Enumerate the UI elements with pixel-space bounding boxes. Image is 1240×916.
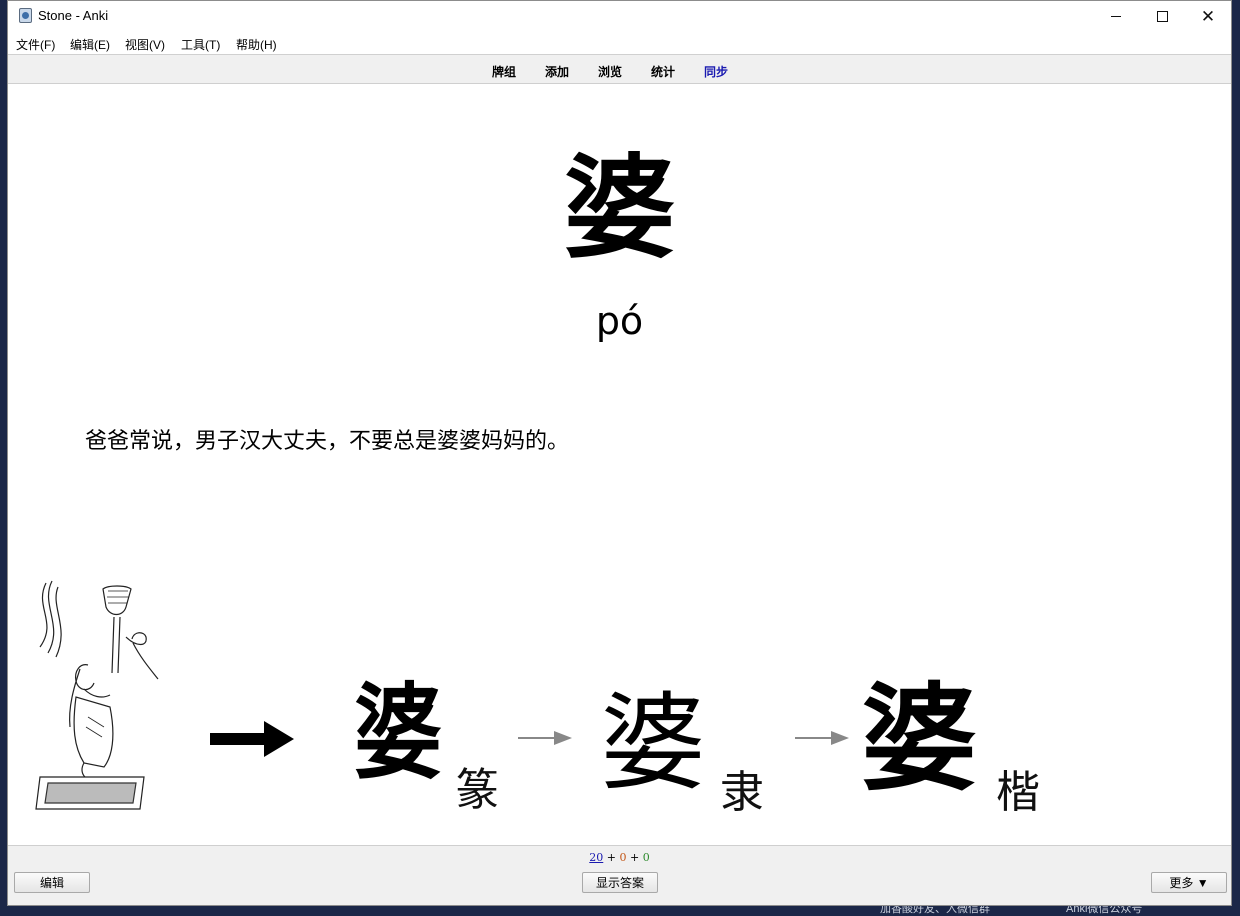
toolbar-add-link[interactable]: 添加 — [545, 63, 569, 80]
regular-script-character: 婆 — [861, 671, 977, 807]
anki-app-icon — [19, 8, 32, 23]
card-example-sentence: 爸爸常说，男子汉大丈夫，不要总是婆婆妈妈的。 — [85, 429, 570, 454]
minimize-icon — [1111, 15, 1121, 17]
minimize-button[interactable] — [1093, 1, 1139, 31]
main-toolbar: 牌组 添加 浏览 统计 同步 — [8, 54, 1231, 84]
more-button[interactable]: 更多 ▼ — [1151, 872, 1227, 893]
regular-script-label: 楷 — [996, 767, 1040, 818]
desktop-background — [0, 906, 1240, 914]
learning-count: 0 — [619, 851, 627, 864]
card-view: 婆 pó 爸爸常说，男子汉大丈夫，不要总是婆婆妈妈的。 婆 篆 婆 隶 婆 楷 — [8, 85, 1231, 845]
toolbar-stats-link[interactable]: 统计 — [651, 63, 675, 80]
title-bar: Stone - Anki ✕ — [8, 1, 1231, 31]
new-count[interactable]: 20 — [589, 851, 603, 864]
seal-script-character: 婆 — [353, 671, 443, 794]
seal-script-label: 篆 — [455, 765, 499, 816]
edit-button[interactable]: 编辑 — [14, 872, 90, 893]
menu-view[interactable]: 视图(V) — [125, 36, 165, 53]
menu-help[interactable]: 帮助(H) — [236, 36, 277, 53]
close-icon: ✕ — [1200, 6, 1216, 26]
maximize-button[interactable] — [1139, 1, 1185, 31]
toolbar-sync-link[interactable]: 同步 — [704, 63, 728, 80]
show-answer-button[interactable]: 显示答案 — [582, 872, 658, 893]
menu-edit[interactable]: 编辑(E) — [70, 36, 110, 53]
arrow-right-small-icon — [518, 731, 572, 745]
card-counts: 20 + 0 + 0 — [8, 851, 1231, 864]
close-button[interactable]: ✕ — [1185, 1, 1231, 31]
window-title: Stone - Anki — [38, 8, 109, 23]
toolbar-decks-link[interactable]: 牌组 — [492, 63, 516, 80]
card-character: 婆 — [563, 143, 676, 274]
review-count: 0 — [642, 851, 650, 864]
kneeling-woman-illustration — [35, 580, 159, 810]
anki-window: Stone - Anki ✕ 文件(F) 编辑(E) 视图(V) 工具(T) 帮… — [7, 0, 1232, 906]
card-pinyin: pó — [595, 299, 644, 343]
menu-bar: 文件(F) 编辑(E) 视图(V) 工具(T) 帮助(H) — [8, 32, 1231, 54]
menu-tools[interactable]: 工具(T) — [181, 36, 220, 53]
count-separator: + — [606, 851, 616, 864]
review-bottom-bar: 20 + 0 + 0 编辑 显示答案 更多 ▼ — [8, 845, 1231, 905]
toolbar-browse-link[interactable]: 浏览 — [598, 63, 622, 80]
count-separator: + — [630, 851, 640, 864]
menu-file[interactable]: 文件(F) — [16, 36, 55, 53]
arrow-right-small-icon — [795, 731, 849, 745]
arrow-right-icon — [210, 721, 294, 757]
clerical-script-character: 婆 — [600, 682, 706, 805]
clerical-script-label: 隶 — [720, 767, 764, 818]
maximize-icon — [1156, 10, 1168, 22]
